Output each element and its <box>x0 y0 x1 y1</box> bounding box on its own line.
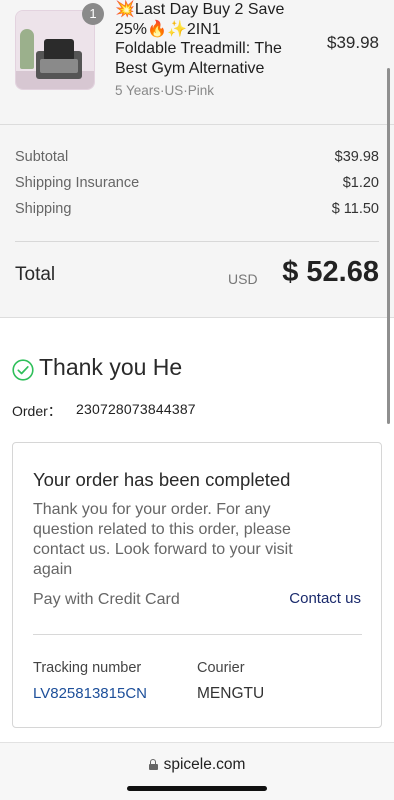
shipping-label: Shipping <box>15 201 72 217</box>
order-number: 230728073844387 <box>76 401 196 417</box>
insurance-row: Shipping Insurance $1.20 <box>15 175 379 191</box>
insurance-value: $1.20 <box>342 175 379 191</box>
summary-divider <box>15 241 379 242</box>
product-variant: 5 Years·US·Pink <box>115 83 215 98</box>
total-currency: USD <box>228 271 258 287</box>
subtotal-value: $39.98 <box>334 149 379 165</box>
shipping-value: $ 11.50 <box>331 201 379 217</box>
courier-label: Courier <box>197 660 245 676</box>
total-value: $ 52.68 <box>282 256 379 288</box>
card-divider <box>33 634 362 635</box>
order-completed-message: Thank you for your order. For any questi… <box>33 500 353 580</box>
quantity-badge: 1 <box>82 3 104 25</box>
home-indicator[interactable] <box>127 786 267 791</box>
product-title-line: Best Gym Alternative <box>115 59 265 77</box>
thank-you-heading: Thank you He <box>39 354 183 380</box>
shipping-row: Shipping $ 11.50 <box>15 201 379 217</box>
product-thumbnail <box>15 10 95 90</box>
total-label: Total <box>15 264 56 285</box>
message-line: question related to this order, please <box>33 521 291 538</box>
check-circle-icon <box>12 359 34 381</box>
product-title-line: 25%🔥✨2IN1 <box>115 20 221 38</box>
product-price: $39.98 <box>327 33 379 52</box>
product-line-item: 1 💥Last Day Buy 2 Save 25%🔥✨2IN1 Foldabl… <box>0 0 394 125</box>
order-completed-title: Your order has been completed <box>33 469 291 490</box>
product-title-line: Foldable Treadmill: The <box>115 40 282 57</box>
order-status-card: Your order has been completed Thank you … <box>12 442 382 728</box>
order-summary: 1 💥Last Day Buy 2 Save 25%🔥✨2IN1 Foldabl… <box>0 0 394 318</box>
payment-method: Pay with Credit Card <box>33 591 180 608</box>
message-line: Thank you for your order. For any <box>33 501 271 518</box>
message-line: contact us. Look forward to your visit <box>33 541 293 558</box>
product-title: 💥Last Day Buy 2 Save 25%🔥✨2IN1 Foldable … <box>115 0 310 78</box>
tracking-number-label: Tracking number <box>33 660 142 676</box>
courier-value: MENGTU <box>197 685 265 702</box>
browser-address-bar[interactable]: spicele.com <box>0 742 394 800</box>
tracking-number-link[interactable]: LV825813815CN <box>33 685 147 702</box>
scrollbar[interactable] <box>387 68 390 424</box>
contact-us-link[interactable]: Contact us <box>289 590 361 607</box>
insurance-label: Shipping Insurance <box>15 175 140 191</box>
message-line: again <box>33 561 73 578</box>
url-domain: spicele.com <box>163 756 246 773</box>
subtotal-label: Subtotal <box>15 149 69 165</box>
subtotal-row: Subtotal $39.98 <box>15 149 379 165</box>
order-label: Order： <box>12 403 62 419</box>
lock-icon <box>148 759 158 770</box>
url-display[interactable]: spicele.com <box>0 756 394 774</box>
product-title-line: 💥Last Day Buy 2 Save <box>115 1 285 18</box>
